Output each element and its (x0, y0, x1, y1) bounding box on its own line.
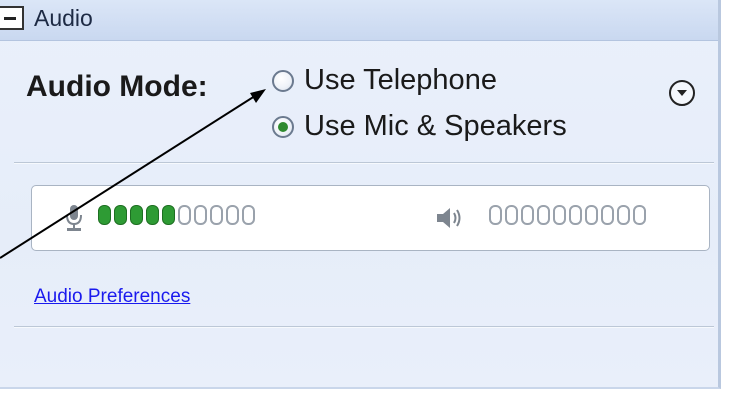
radio-label-telephone: Use Telephone (304, 64, 497, 96)
audio-mode-label: Audio Mode: (26, 70, 208, 103)
level-segment-on (146, 205, 159, 225)
level-segment-off (505, 205, 518, 225)
minus-bar (4, 17, 16, 20)
level-segment-on (98, 205, 111, 225)
speaker-level-meter (489, 205, 649, 225)
panel-title: Audio (34, 5, 93, 31)
level-segment-off (210, 205, 223, 225)
level-segment-off (178, 205, 191, 225)
level-segment-off (194, 205, 207, 225)
panel-header: Audio (0, 0, 718, 41)
radio-use-telephone[interactable]: Use Telephone (272, 64, 497, 97)
level-segment-off (553, 205, 566, 225)
audio-preferences-link[interactable]: Audio Preferences (34, 286, 190, 308)
audio-panel: Audio Audio Mode: Use Telephone Use Mic … (0, 0, 721, 389)
audio-level-box (31, 185, 710, 251)
microphone-icon (66, 205, 82, 231)
level-segment-on (114, 205, 127, 225)
mic-level-meter (98, 205, 258, 225)
level-segment-off (242, 205, 255, 225)
radio-use-mic-speakers[interactable]: Use Mic & Speakers (272, 110, 567, 143)
chevron-down-circle-icon[interactable] (669, 80, 695, 106)
radio-unchecked-icon[interactable] (272, 69, 294, 92)
level-segment-off (633, 205, 646, 225)
divider (14, 326, 714, 328)
minus-box-icon[interactable] (0, 6, 24, 30)
screenshot-root: Audio Audio Mode: Use Telephone Use Mic … (0, 0, 738, 403)
level-segment-off (585, 205, 598, 225)
level-segment-on (130, 205, 143, 225)
level-segment-off (537, 205, 550, 225)
level-segment-off (601, 205, 614, 225)
level-segment-off (521, 205, 534, 225)
radio-label-mic-speakers: Use Mic & Speakers (304, 110, 567, 142)
level-segment-off (489, 205, 502, 225)
level-segment-on (162, 205, 175, 225)
speaker-icon[interactable] (435, 206, 465, 230)
level-segment-off (226, 205, 239, 225)
level-segment-off (617, 205, 630, 225)
radio-checked-icon[interactable] (272, 115, 294, 138)
divider (14, 162, 714, 164)
level-segment-off (569, 205, 582, 225)
